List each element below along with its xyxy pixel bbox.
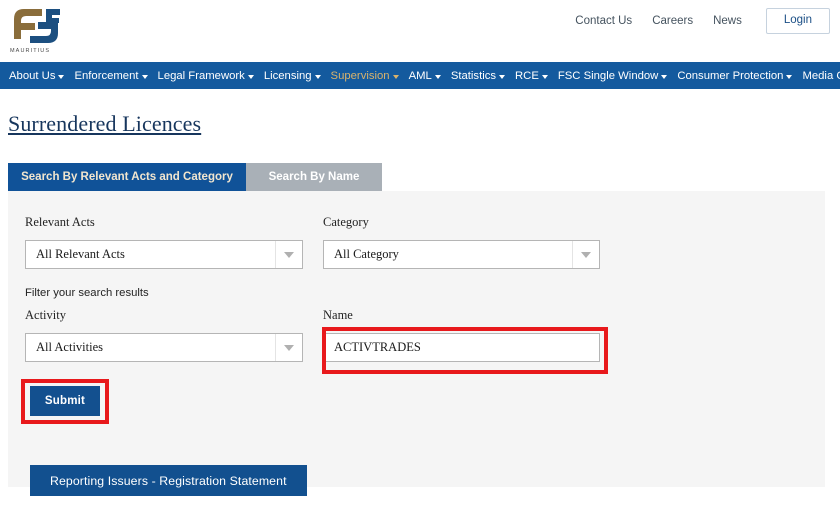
search-form-panel: Relevant Acts All Relevant Acts Category… xyxy=(8,191,825,496)
chevron-down-icon xyxy=(141,74,148,79)
relevant-acts-label: Relevant Acts xyxy=(25,215,95,229)
utility-nav: Contact Us Careers News Login xyxy=(575,8,830,34)
chevron-down-icon xyxy=(434,74,441,79)
category-value: All Category xyxy=(334,247,399,261)
category-select[interactable]: All Category xyxy=(323,240,600,269)
nav-item-label: FSC Single Window xyxy=(557,69,659,82)
nav-item-statistics[interactable]: Statistics xyxy=(446,70,510,82)
activity-value: All Activities xyxy=(36,340,104,354)
tab-search-by-relevant-acts-and-category[interactable]: Search By Relevant Acts and Category xyxy=(8,163,246,191)
nav-item-label: Media Corner xyxy=(802,69,840,82)
name-input[interactable] xyxy=(323,333,600,362)
submit-wrap: Submit xyxy=(30,386,100,416)
fsc-logo[interactable]: MAURITIUS xyxy=(8,5,68,57)
nav-item-label: RCE xyxy=(515,69,539,82)
nav-item-enforcement[interactable]: Enforcement xyxy=(69,70,152,82)
chevron-down-icon xyxy=(392,74,399,79)
field-relevant-acts: Relevant Acts All Relevant Acts xyxy=(25,215,303,269)
nav-item-licensing[interactable]: Licensing xyxy=(259,70,326,82)
nav-item-label: Licensing xyxy=(263,69,312,82)
reporting-issuers-registration-statement-button[interactable]: Reporting Issuers - Registration Stateme… xyxy=(30,465,307,496)
nav-item-label: About Us xyxy=(9,69,56,82)
nav-item-about-us[interactable]: About Us xyxy=(4,70,69,82)
activity-label: Activity xyxy=(25,308,66,322)
reporting-issuers-wrap: Reporting Issuers - Registration Stateme… xyxy=(30,465,307,496)
nav-contact-us[interactable]: Contact Us xyxy=(575,15,632,27)
chevron-down-icon xyxy=(58,74,65,79)
main-navigation: About Us Enforcement Legal Framework Lic… xyxy=(0,62,840,89)
chevron-down-icon xyxy=(661,74,668,79)
nav-item-media-corner[interactable]: Media Corner xyxy=(797,70,840,82)
chevron-down-icon xyxy=(275,334,302,361)
nav-news[interactable]: News xyxy=(713,15,742,27)
field-category: Category All Category xyxy=(323,215,600,269)
nav-item-label: Enforcement xyxy=(74,69,139,82)
nav-item-label: Statistics xyxy=(450,69,497,82)
relevant-acts-select[interactable]: All Relevant Acts xyxy=(25,240,303,269)
nav-careers[interactable]: Careers xyxy=(652,15,693,27)
nav-item-label: AML xyxy=(408,69,432,82)
chevron-down-icon xyxy=(499,74,506,79)
chevron-down-icon xyxy=(275,241,302,268)
nav-item-fsc-single-window[interactable]: FSC Single Window xyxy=(553,70,672,82)
category-label: Category xyxy=(323,215,369,229)
field-activity: Activity All Activities xyxy=(25,308,303,362)
search-tabs: Search By Relevant Acts and Category Sea… xyxy=(8,163,840,191)
nav-item-aml[interactable]: AML xyxy=(404,70,446,82)
nav-item-supervision[interactable]: Supervision xyxy=(326,70,404,82)
name-label: Name xyxy=(323,308,353,322)
site-header: MAURITIUS Contact Us Careers News Login xyxy=(0,0,840,62)
nav-item-label: Consumer Protection xyxy=(677,69,784,82)
tab-search-by-name[interactable]: Search By Name xyxy=(246,163,382,191)
nav-item-legal-framework[interactable]: Legal Framework xyxy=(153,70,259,82)
filter-helper-text: Filter your search results xyxy=(25,287,149,299)
chevron-down-icon xyxy=(786,74,793,79)
relevant-acts-value: All Relevant Acts xyxy=(36,247,125,261)
chevron-down-icon xyxy=(314,74,321,79)
field-name: Name xyxy=(323,308,600,362)
fsc-logo-icon xyxy=(14,9,60,43)
page-title-wrap: Surrendered Licences xyxy=(0,89,840,137)
logo-wordmark: MAURITIUS xyxy=(10,48,51,54)
chevron-down-icon xyxy=(572,241,599,268)
chevron-down-icon xyxy=(247,74,254,79)
nav-item-label: Supervision xyxy=(330,69,390,82)
page-title: Surrendered Licences xyxy=(8,111,202,136)
nav-item-consumer-protection[interactable]: Consumer Protection xyxy=(672,70,797,82)
login-button[interactable]: Login xyxy=(765,8,830,34)
nav-item-rce[interactable]: RCE xyxy=(510,70,553,82)
nav-item-label: Legal Framework xyxy=(157,69,245,82)
chevron-down-icon xyxy=(541,74,548,79)
submit-button[interactable]: Submit xyxy=(30,386,100,416)
activity-select[interactable]: All Activities xyxy=(25,333,303,362)
